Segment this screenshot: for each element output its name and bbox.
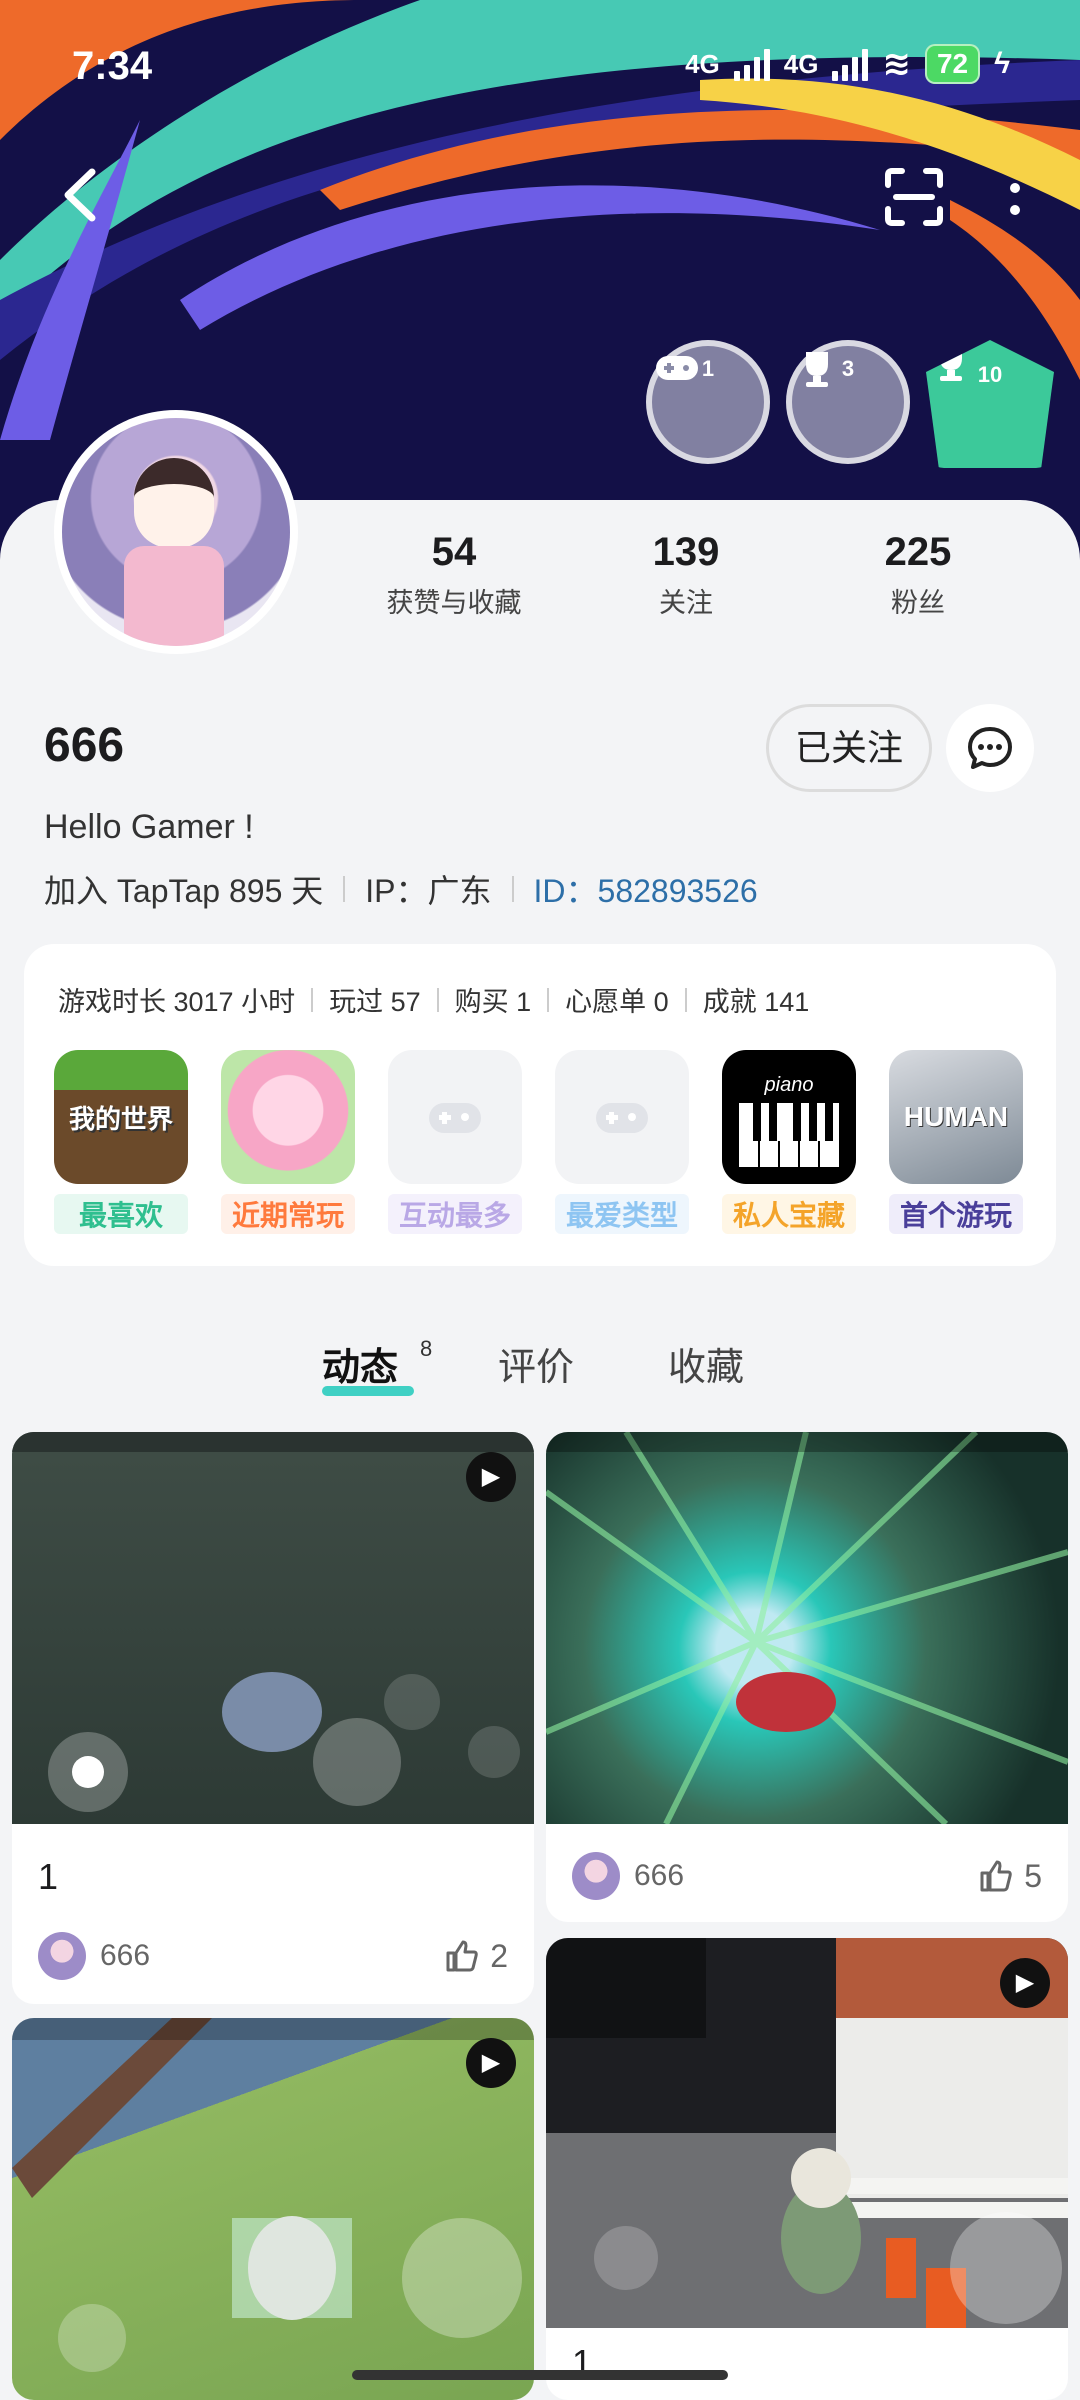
gamepad-placeholder-icon bbox=[555, 1050, 689, 1184]
stat-followers[interactable]: 225 粉丝 bbox=[818, 530, 1018, 620]
more-options-button[interactable] bbox=[1000, 170, 1030, 230]
achievement-badge-2[interactable]: 3 bbox=[786, 340, 910, 464]
stat-value: 139 bbox=[652, 530, 720, 574]
post-card[interactable]: ▶ bbox=[12, 2018, 534, 2400]
like-button[interactable]: 5 bbox=[978, 1858, 1042, 1895]
stat-label: 获赞与收藏 bbox=[386, 588, 522, 618]
tab-collections[interactable]: 收藏 bbox=[668, 1336, 744, 1391]
play-icon: ▶ bbox=[466, 1452, 516, 1502]
play-icon: ▶ bbox=[466, 2038, 516, 2088]
stat-likes[interactable]: 54 获赞与收藏 bbox=[354, 530, 554, 620]
stat-value: 225 bbox=[884, 530, 952, 574]
avatar-image bbox=[62, 418, 290, 646]
wifi-icon: ≋ bbox=[882, 45, 911, 83]
perfect-piano-icon: piano bbox=[722, 1050, 856, 1184]
like-count: 2 bbox=[490, 1937, 508, 1974]
profile-meta: 加入 TapTap 895 天 IP：广东 ID：582893526 bbox=[44, 866, 758, 912]
chat-icon bbox=[968, 726, 1012, 769]
status-bar: 7:34 4G 4G ≋ 72 ϟ bbox=[0, 0, 1080, 130]
thumbs-up-icon bbox=[980, 1860, 1012, 1892]
stat-following[interactable]: 139 关注 bbox=[586, 530, 786, 620]
ip-location: IP：广东 bbox=[365, 873, 492, 909]
scan-button[interactable] bbox=[882, 165, 946, 229]
like-count: 5 bbox=[1024, 1857, 1042, 1894]
post-video-thumbnail[interactable] bbox=[546, 1432, 1068, 1827]
back-arrow-icon bbox=[64, 168, 96, 222]
game-tag: 首个游玩 bbox=[889, 1194, 1023, 1234]
thumbs-up-icon bbox=[446, 1940, 478, 1972]
bought-count: 购买 1 bbox=[454, 987, 532, 1017]
post-footer: 666 2 bbox=[38, 1926, 508, 1986]
avatar[interactable] bbox=[54, 410, 298, 654]
post-video-thumbnail[interactable]: ▶ bbox=[546, 1938, 1068, 2328]
battery-indicator: 72 bbox=[924, 44, 981, 84]
join-days: 加入 TapTap 895 天 bbox=[44, 873, 324, 909]
post-card[interactable]: ▶ 1 bbox=[546, 1938, 1068, 2400]
game-tag: 私人宝藏 bbox=[722, 1194, 856, 1234]
game-tag: 最爱类型 bbox=[555, 1194, 689, 1234]
game-tag: 近期常玩 bbox=[221, 1194, 355, 1234]
gamepad-placeholder-icon bbox=[388, 1050, 522, 1184]
post-card[interactable]: 666 5 bbox=[546, 1432, 1068, 1922]
post-author[interactable]: 666 bbox=[100, 1939, 150, 1973]
post-author[interactable]: 666 bbox=[634, 1859, 684, 1893]
following-button[interactable]: 已关注 bbox=[766, 704, 932, 792]
status-icons: 4G 4G ≋ 72 ϟ bbox=[685, 44, 1010, 84]
game-private-treasure[interactable]: piano 私人宝藏 bbox=[722, 1050, 856, 1234]
achievement-badge-1[interactable]: 1 bbox=[646, 340, 770, 464]
game-stats-card[interactable]: 游戏时长 3017 小时 玩过 57 购买 1 心愿单 0 成就 141 我的世… bbox=[24, 944, 1056, 1266]
game-tag: 互动最多 bbox=[388, 1194, 522, 1234]
more-vertical-icon bbox=[1010, 183, 1020, 215]
avatar[interactable] bbox=[38, 1932, 86, 1980]
stat-label: 粉丝 bbox=[891, 588, 945, 618]
active-tab-indicator bbox=[322, 1386, 414, 1396]
game-first-played[interactable]: HUMAN 首个游玩 bbox=[889, 1050, 1023, 1234]
signal-icon-2 bbox=[832, 47, 869, 81]
trophy-icon bbox=[806, 352, 828, 387]
message-button[interactable] bbox=[946, 704, 1034, 792]
tab-reviews[interactable]: 评价 bbox=[498, 1336, 574, 1391]
post-video-thumbnail[interactable]: ▶ bbox=[12, 1432, 534, 1824]
home-indicator[interactable] bbox=[352, 2370, 728, 2380]
signal-icon bbox=[733, 47, 770, 81]
human-fall-flat-icon: HUMAN bbox=[889, 1050, 1023, 1184]
gamepad-icon bbox=[656, 356, 698, 380]
content-tabs: 动态 评价 收藏 bbox=[0, 1330, 1080, 1400]
game-most-interaction[interactable]: 互动最多 bbox=[388, 1050, 522, 1234]
network-type-2: 4G bbox=[783, 48, 819, 79]
stat-value: 54 bbox=[431, 530, 477, 574]
post-footer: 666 5 bbox=[572, 1846, 1042, 1906]
game-favorite-genre[interactable]: 最爱类型 bbox=[555, 1050, 689, 1234]
game-recent[interactable]: 近期常玩 bbox=[221, 1050, 355, 1234]
play-icon: ▶ bbox=[1000, 1958, 1050, 2008]
user-id[interactable]: ID：582893526 bbox=[534, 866, 758, 912]
bio: Hello Gamer ! bbox=[44, 808, 254, 846]
game-tag: 最喜欢 bbox=[54, 1194, 188, 1234]
like-button[interactable]: 2 bbox=[444, 1938, 508, 1975]
post-card[interactable]: ▶ 1 666 2 bbox=[12, 1432, 534, 2004]
playtime: 游戏时长 3017 小时 bbox=[58, 987, 296, 1017]
game-favorite[interactable]: 我的世界 最喜欢 bbox=[54, 1050, 188, 1234]
post-video-thumbnail[interactable]: ▶ bbox=[12, 2018, 534, 2400]
achievement-count: 成就 141 bbox=[702, 987, 810, 1017]
username: 666 bbox=[44, 719, 125, 772]
charging-icon: ϟ bbox=[994, 47, 1010, 80]
wishlist-count: 心愿单 0 bbox=[565, 987, 669, 1017]
svg-text:piano: piano bbox=[764, 1074, 814, 1096]
back-button[interactable] bbox=[52, 160, 112, 230]
stat-label: 关注 bbox=[659, 588, 713, 618]
minecraft-icon: 我的世界 bbox=[54, 1050, 188, 1184]
anime-girl-game-icon bbox=[221, 1050, 355, 1184]
tab-posts[interactable]: 动态 bbox=[322, 1336, 398, 1391]
scan-icon bbox=[885, 168, 943, 226]
game-stats-line: 游戏时长 3017 小时 玩过 57 购买 1 心愿单 0 成就 141 bbox=[58, 980, 809, 1019]
played-count: 玩过 57 bbox=[329, 987, 421, 1017]
post-title: 1 bbox=[38, 1856, 59, 1897]
network-type-1: 4G bbox=[685, 48, 720, 79]
avatar[interactable] bbox=[572, 1852, 620, 1900]
status-time: 7:34 bbox=[72, 44, 153, 88]
posts-count-badge: 8 bbox=[420, 1336, 433, 1361]
